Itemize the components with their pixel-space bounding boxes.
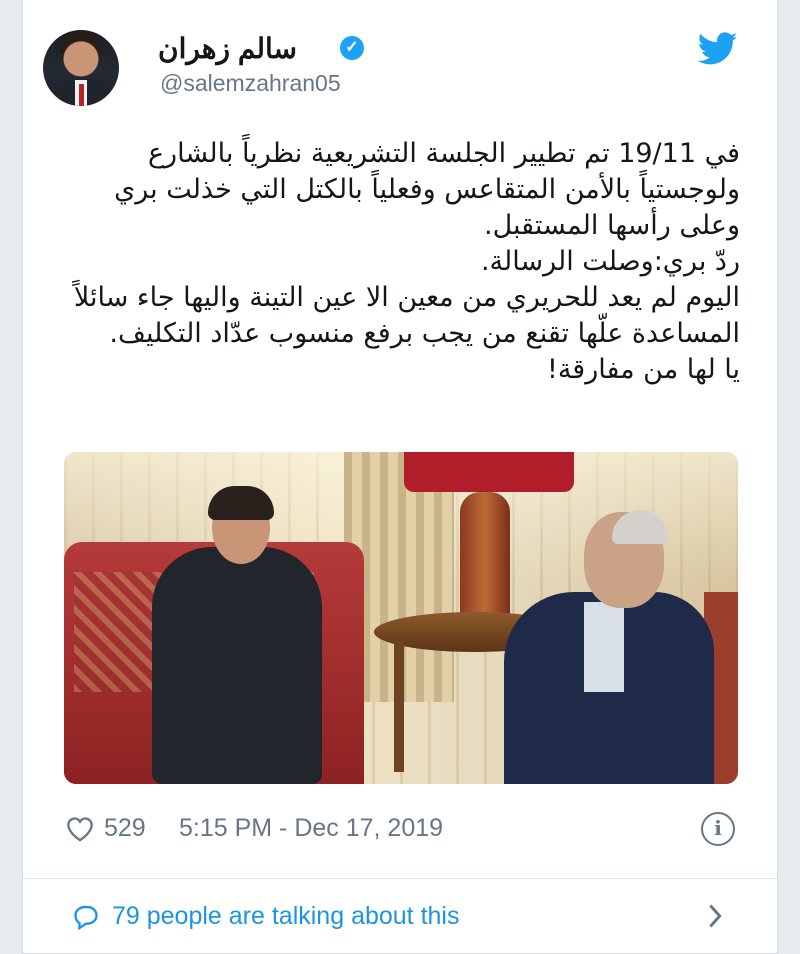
chevron-right-icon[interactable] bbox=[704, 902, 726, 930]
tweet-line: المساعدة علّها تقنع من يجب برفع منسوب عد… bbox=[109, 318, 740, 349]
tweet-meta: 529 5:15 PM - Dec 17, 2019 i bbox=[64, 812, 744, 848]
tweet-line: ردّ بري:وصلت الرسالة. bbox=[480, 246, 740, 277]
tweet-timestamp[interactable]: 5:15 PM - Dec 17, 2019 bbox=[179, 814, 443, 843]
tweet-line: يا لها من مفارقة! bbox=[547, 354, 740, 385]
tweet-line: ولوجستياً بالأمن المتقاعس وفعلياً بالكتل… bbox=[114, 174, 740, 205]
like-count[interactable]: 529 bbox=[104, 814, 146, 843]
author-avatar[interactable] bbox=[43, 30, 119, 106]
verified-badge-icon: ✓ bbox=[340, 36, 364, 60]
divider bbox=[22, 878, 778, 879]
author-display-name[interactable]: سالم زهران bbox=[158, 32, 297, 65]
tweet-text: في 19/11 تم تطيير الجلسة التشريعية نظريا… bbox=[60, 136, 740, 388]
twitter-bird-icon[interactable] bbox=[698, 32, 738, 66]
tweet-header: سالم زهران ✓ @salemzahran05 bbox=[40, 30, 740, 110]
speech-bubble-icon bbox=[74, 905, 98, 930]
tweet-line: اليوم لم يعد للحريري من معين الا عين الت… bbox=[73, 282, 740, 313]
info-icon[interactable]: i bbox=[701, 812, 735, 846]
tweet-photo[interactable] bbox=[64, 452, 738, 784]
conversation-label[interactable]: 79 people are talking about this bbox=[112, 902, 459, 931]
tweet-line: وعلى رأسها المستقبل. bbox=[484, 210, 740, 241]
conversation-link[interactable]: 79 people are talking about this bbox=[64, 898, 744, 938]
author-handle[interactable]: @salemzahran05 bbox=[160, 70, 341, 97]
heart-icon[interactable] bbox=[66, 816, 94, 842]
tweet-line: في 19/11 تم تطيير الجلسة التشريعية نظريا… bbox=[147, 138, 740, 169]
